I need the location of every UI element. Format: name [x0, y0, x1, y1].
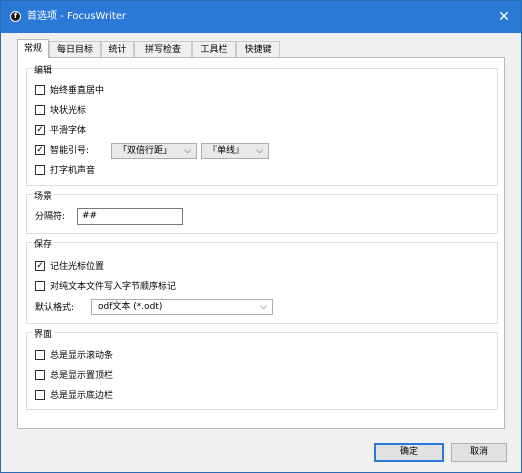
group-scenes-title: 场景 [32, 192, 55, 203]
tab-shortcuts[interactable]: 快捷键 [236, 41, 280, 57]
default-format-value: odf文本 (*.odt) [98, 302, 163, 312]
block-cursor-label: 块状光标 [50, 106, 87, 116]
group-interface: 界面 总是显示滚动条 总是显示置顶栏 总是显示底边栏 [26, 330, 498, 410]
write-bom-label: 对纯文本文件写入字节顺序标记 [50, 282, 177, 292]
show-header-checkbox[interactable] [35, 370, 45, 380]
group-interface-title: 界面 [32, 330, 55, 341]
default-format-label: 默认格式: [35, 303, 75, 313]
always-center-label: 始终垂直居中 [50, 86, 105, 96]
group-saving-title: 保存 [32, 240, 55, 251]
tab-toolbar[interactable]: 工具栏 [192, 41, 236, 57]
general-panel: 编辑 始终垂直居中 块状光标 ✓ 平滑字体 ✓ 智能引号: 「双倍行距」 ⌵ 『… [17, 57, 505, 429]
write-bom-checkbox[interactable] [35, 281, 45, 291]
remember-cursor-checkbox[interactable]: ✓ [35, 261, 45, 271]
single-quotes-value: 『单线』 [208, 146, 245, 156]
show-header-label: 总是显示置顶栏 [50, 371, 114, 381]
smooth-fonts-label: 平滑字体 [50, 126, 87, 136]
show-scrollbar-label: 总是显示滚动条 [50, 351, 114, 361]
group-saving: 保存 ✓ 记住光标位置 对纯文本文件写入字节顺序标记 默认格式: odf文本 (… [26, 240, 498, 324]
single-quotes-select[interactable]: 『单线』 ⌵ [201, 143, 269, 159]
remember-cursor-label: 记住光标位置 [50, 262, 105, 272]
show-footer-checkbox[interactable] [35, 390, 45, 400]
group-editing-title: 编辑 [32, 66, 55, 77]
smart-quotes-checkbox[interactable]: ✓ [35, 145, 45, 155]
close-button[interactable]: ✕ [487, 1, 521, 33]
show-footer-label: 总是显示底边栏 [50, 391, 114, 401]
tab-general[interactable]: 常规 [17, 39, 49, 58]
tab-statistics[interactable]: 统计 [101, 41, 134, 57]
group-scenes: 场景 分隔符: ## [26, 192, 498, 234]
chevron-down-icon: ⌵ [256, 146, 263, 156]
focuswriter-app-icon: f [10, 11, 21, 22]
title-bar: f 首选项 - FocusWriter ✕ [1, 1, 521, 33]
group-editing: 编辑 始终垂直居中 块状光标 ✓ 平滑字体 ✓ 智能引号: 「双倍行距」 ⌵ 『… [26, 66, 498, 186]
default-format-select[interactable]: odf文本 (*.odt) ⌵ [91, 299, 273, 315]
typewriter-sounds-label: 打字机声音 [50, 166, 96, 176]
ok-button[interactable]: 确定 [374, 443, 444, 462]
tab-daily-goal[interactable]: 每日目标 [49, 41, 101, 57]
scene-divider-input[interactable]: ## [77, 208, 183, 225]
chevron-down-icon: ⌵ [260, 302, 267, 312]
chevron-down-icon: ⌵ [184, 146, 191, 156]
smooth-fonts-checkbox[interactable]: ✓ [35, 125, 45, 135]
double-quotes-select[interactable]: 「双倍行距」 ⌵ [111, 143, 197, 159]
cancel-button[interactable]: 取消 [451, 443, 507, 462]
typewriter-sounds-checkbox[interactable] [35, 165, 45, 175]
show-scrollbar-checkbox[interactable] [35, 350, 45, 360]
double-quotes-value: 「双倍行距」 [118, 146, 173, 156]
tab-spell-check[interactable]: 拼写检查 [134, 41, 192, 57]
always-center-checkbox[interactable] [35, 85, 45, 95]
preferences-dialog: f 首选项 - FocusWriter ✕ 常规 每日目标 统计 拼写检查 工具… [0, 0, 522, 473]
window-title: 首选项 - FocusWriter [27, 11, 127, 22]
scene-divider-label: 分隔符: [35, 212, 66, 222]
block-cursor-checkbox[interactable] [35, 105, 45, 115]
smart-quotes-label: 智能引号: [50, 146, 90, 156]
